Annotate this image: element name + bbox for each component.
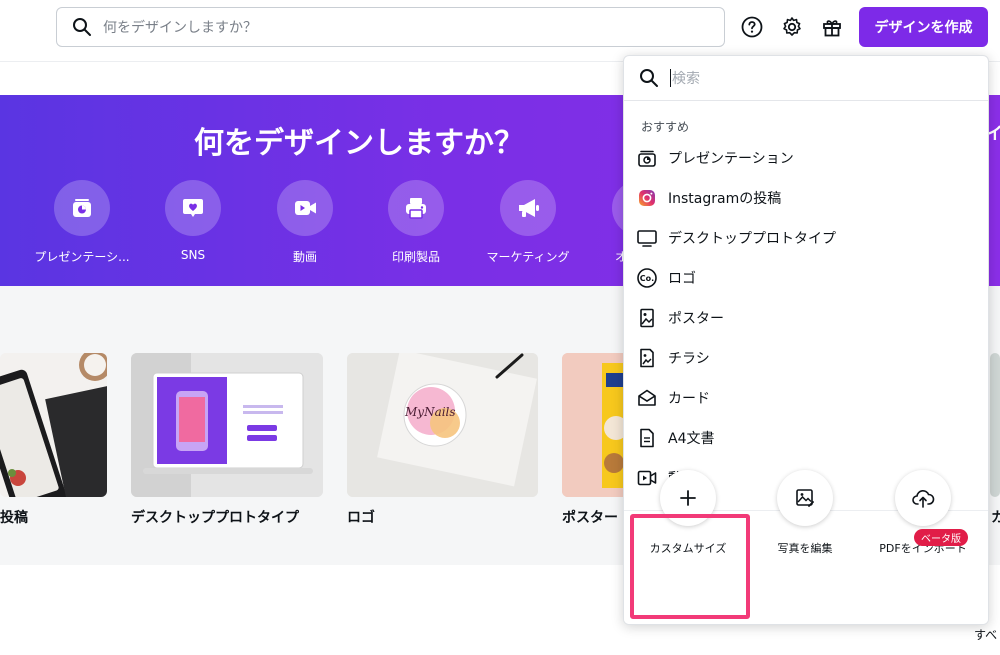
cloud-upload-icon — [895, 470, 951, 526]
top-header: 何をデザインしますか？ デザインを作成 — [0, 0, 1000, 62]
hero-title: 何をデザインしますか？ — [194, 126, 524, 161]
svg-text:Co.: Co. — [640, 274, 654, 283]
recommended-heading: おすすめ — [641, 120, 690, 134]
search-icon — [638, 67, 660, 89]
template-label: 投稿 — [0, 510, 28, 526]
template-label: ロゴ — [347, 510, 375, 526]
dropdown-item-instagram[interactable]: Instagramの投稿 — [636, 181, 976, 215]
monitor-icon — [636, 227, 658, 249]
template-card-desktop-prototype[interactable] — [131, 353, 323, 497]
megaphone-icon — [500, 180, 556, 236]
category-presentation[interactable]: プレゼンテーシ... — [26, 180, 138, 265]
category-partial[interactable]: オ — [585, 180, 623, 265]
photo-edit-icon — [777, 470, 833, 526]
presentation-icon — [54, 180, 110, 236]
flyer-icon — [636, 347, 658, 369]
desktop-prototype-thumbnail — [131, 353, 323, 497]
edit-photo-button[interactable]: 写真を編集 — [750, 470, 860, 556]
dropdown-item-card[interactable]: カード — [636, 381, 976, 415]
category-sns[interactable]: SNS — [137, 180, 249, 262]
category-partial-icon — [612, 180, 623, 236]
dropdown-item-label: Instagramの投稿 — [668, 191, 782, 207]
canva-home: 何をデザインしますか？ デザインを作成 何をデザインしますか？ イ プレゼンテー… — [0, 0, 1000, 655]
dropdown-item-desktop-prototype[interactable]: デスクトッププロトタイプ — [636, 221, 976, 255]
dropdown-item-presentation[interactable]: プレゼンテーション — [636, 141, 976, 175]
main-search-input[interactable]: 何をデザインしますか？ — [56, 7, 725, 47]
document-icon — [636, 427, 658, 449]
poster-icon — [636, 307, 658, 329]
template-label: ポスター — [562, 510, 618, 526]
template-card-instagram[interactable] — [0, 353, 107, 497]
template-card-partial[interactable] — [990, 353, 1000, 497]
settings-icon[interactable] — [781, 16, 803, 38]
dropdown-item-label: プレゼンテーション — [668, 151, 794, 167]
dropdown-search-placeholder: 検索 — [672, 71, 700, 87]
category-label: プレゼンテーシ... — [34, 250, 130, 264]
category-partial-label: オ — [615, 250, 623, 264]
dropdown-item-poster[interactable]: ポスター — [636, 301, 976, 335]
poster-template-thumbnail — [562, 353, 632, 497]
create-design-button[interactable]: デザインを作成 — [859, 7, 988, 47]
search-icon — [71, 16, 93, 38]
category-label: SNS — [180, 248, 206, 262]
edit-photo-label: 写真を編集 — [777, 542, 833, 555]
dropdown-item-label: カード — [668, 391, 710, 407]
dropdown-item-a4-document[interactable]: A4文書 — [636, 421, 976, 455]
presentation-icon — [636, 147, 658, 169]
heart-chat-icon — [165, 180, 221, 236]
category-label: マーケティング — [486, 250, 570, 264]
highlight-box — [630, 514, 750, 619]
video-camera-icon — [277, 180, 333, 236]
dropdown-item-label: ロゴ — [668, 271, 696, 287]
instagram-icon — [636, 187, 658, 209]
template-card-poster[interactable] — [562, 353, 632, 497]
category-marketing[interactable]: マーケティング — [472, 180, 584, 265]
category-label: 動画 — [292, 250, 317, 264]
dropdown-search-input[interactable]: 検索 — [624, 56, 988, 101]
card-envelope-icon — [636, 387, 658, 409]
category-label: 印刷製品 — [391, 250, 440, 264]
gift-icon[interactable] — [821, 16, 843, 38]
template-label-partial: カ — [991, 510, 1000, 526]
search-placeholder: 何をデザインしますか？ — [103, 20, 257, 36]
text-caret — [670, 69, 671, 87]
dropdown-item-label: デスクトッププロトタイプ — [668, 231, 836, 247]
printer-icon — [388, 180, 444, 236]
dropdown-item-label: ポスター — [668, 311, 724, 327]
template-card-logo[interactable]: MyNails — [347, 353, 538, 497]
beta-badge: ベータ版 — [914, 529, 968, 546]
logo-art-text: MyNails — [405, 405, 456, 419]
logo-template-thumbnail — [347, 353, 538, 497]
see-all-link[interactable]: すべ — [974, 626, 997, 643]
dropdown-item-flyer[interactable]: チラシ — [636, 341, 976, 375]
template-label: デスクトッププロトタイプ — [131, 510, 299, 526]
category-video[interactable]: 動画 — [249, 180, 361, 265]
logo-co-icon: Co. — [636, 267, 658, 289]
instagram-template-thumbnail — [0, 353, 107, 497]
dropdown-item-label: A4文書 — [668, 431, 715, 447]
help-icon[interactable] — [741, 16, 763, 38]
dropdown-item-label: チラシ — [668, 351, 710, 367]
dropdown-item-logo[interactable]: Co. ロゴ — [636, 261, 976, 295]
category-print[interactable]: 印刷製品 — [360, 180, 472, 265]
